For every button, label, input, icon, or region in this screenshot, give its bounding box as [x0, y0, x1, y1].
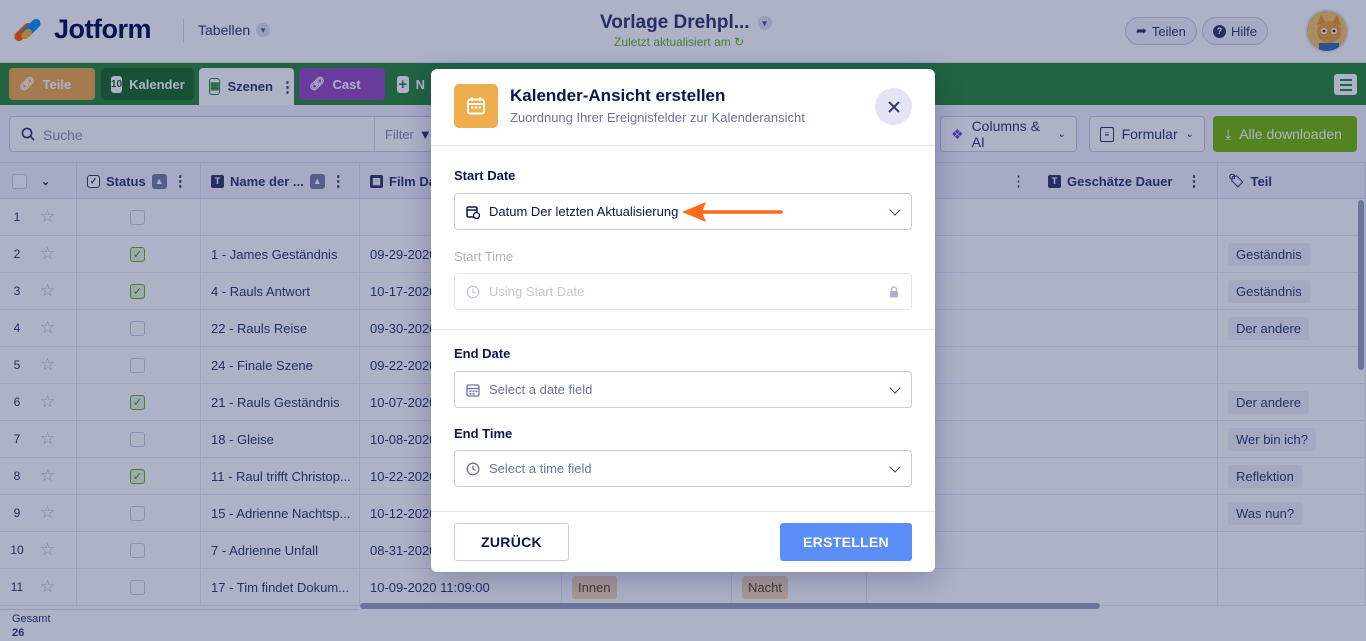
back-button[interactable]: ZURÜCK: [454, 523, 569, 561]
create-button[interactable]: ERSTELLEN: [780, 523, 912, 561]
lock-icon: [890, 286, 898, 298]
start-date-label: Start Date: [454, 168, 516, 183]
clock-icon: [466, 285, 480, 298]
clock-icon: [466, 462, 480, 475]
dialog-footer: ZURÜCK ERSTELLEN: [431, 511, 935, 572]
close-button[interactable]: [875, 88, 912, 125]
create-calendar-view-dialog: Kalender-Ansicht erstellen Zuordnung Ihr…: [431, 69, 935, 572]
start-time-label: Start Time: [454, 249, 514, 264]
chevron-down-icon: [889, 382, 901, 394]
end-time-placeholder: Select a time field: [489, 461, 592, 476]
end-date-select[interactable]: Select a date field: [454, 371, 912, 408]
end-time-select[interactable]: Select a time field: [454, 450, 912, 487]
calendar-clock-icon: [466, 205, 480, 219]
dialog-subtitle: Zuordnung Ihrer Ereignisfelder zur Kalen…: [510, 110, 805, 125]
annotation-arrow-icon: [682, 202, 783, 222]
start-time-placeholder: Using Start Date: [489, 284, 585, 299]
end-time-label: End Time: [454, 426, 513, 441]
section-divider: [431, 329, 935, 330]
calendar-icon: [466, 383, 480, 397]
dialog-header: Kalender-Ansicht erstellen Zuordnung Ihr…: [431, 69, 935, 146]
close-icon: [887, 100, 900, 113]
end-date-label: End Date: [454, 346, 511, 361]
chevron-down-icon: [889, 461, 901, 473]
calendar-icon: [454, 84, 498, 128]
chevron-down-icon: [889, 204, 901, 216]
start-date-value: Datum Der letzten Aktualisierung: [489, 204, 679, 219]
end-date-placeholder: Select a date field: [489, 382, 593, 397]
dialog-title: Kalender-Ansicht erstellen: [510, 86, 726, 105]
start-time-select: Using Start Date: [454, 273, 912, 310]
